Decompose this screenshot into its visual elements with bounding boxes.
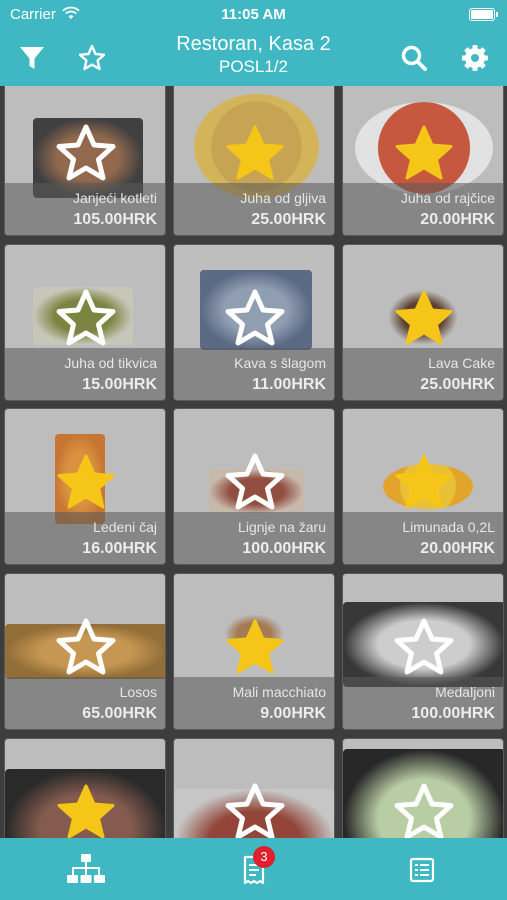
- gear-icon[interactable]: [459, 42, 491, 74]
- product-tile[interactable]: [4, 738, 166, 838]
- star-filled-icon[interactable]: [223, 122, 287, 186]
- product-tile[interactable]: [342, 738, 504, 838]
- nav-subtitle: POSL1/2: [219, 57, 288, 76]
- product-name: Medaljoni: [435, 684, 495, 700]
- product-tile[interactable]: Kava s šlagom 11.00HRK: [173, 244, 335, 401]
- product-name: Mali macchiato: [232, 684, 326, 700]
- product-name: Lava Cake: [428, 355, 495, 371]
- star-filled-icon[interactable]: [392, 122, 456, 186]
- star-outline-icon[interactable]: [223, 287, 287, 351]
- product-price: 11.00HRK: [252, 376, 326, 393]
- product-price: 25.00HRK: [251, 211, 326, 228]
- status-bar: Carrier 11:05 AM: [0, 0, 507, 30]
- hierarchy-icon[interactable]: [66, 852, 106, 888]
- star-filled-icon[interactable]: [392, 451, 456, 515]
- product-price: 20.00HRK: [420, 211, 495, 228]
- star-filled-icon[interactable]: [223, 616, 287, 680]
- product-name: Limunada 0,2L: [402, 519, 495, 535]
- product-name: Losos: [119, 684, 157, 700]
- star-outline-icon[interactable]: [54, 287, 118, 351]
- star-outline-icon[interactable]: [54, 616, 118, 680]
- star-filled-icon[interactable]: [54, 451, 118, 515]
- product-tile[interactable]: Mali macchiato 9.00HRK: [173, 573, 335, 730]
- product-price: 105.00HRK: [73, 211, 157, 228]
- product-name: Juha od rajčice: [400, 190, 495, 206]
- favorites-star-icon[interactable]: [76, 42, 108, 74]
- tab-bar: [0, 838, 507, 900]
- product-name: Lignje na žaru: [238, 519, 326, 535]
- product-tile[interactable]: Lava Cake 25.00HRK: [342, 244, 504, 401]
- product-grid: Janjeći kotleti 105.00HRK Juha od gljiva 25…: [0, 86, 507, 838]
- clock: 11:05 AM: [221, 6, 286, 23]
- navigation-bar: Restoran, Kasa 2 POSL1/2: [0, 30, 507, 86]
- star-outline-icon[interactable]: [392, 781, 456, 838]
- star-outline-icon[interactable]: [223, 781, 287, 838]
- product-tile[interactable]: Limunada 0,2L 20.00HRK: [342, 408, 504, 565]
- star-outline-icon[interactable]: [54, 122, 118, 186]
- product-tile[interactable]: Janjeći kotleti 105.00HRK: [4, 86, 166, 236]
- product-tile[interactable]: Ledeni čaj 16.00HRK: [4, 408, 166, 565]
- list-icon[interactable]: [402, 852, 442, 888]
- product-price: 100.00HRK: [411, 705, 495, 722]
- product-tile[interactable]: Juha od tikvica 15.00HRK: [4, 244, 166, 401]
- product-name: Juha od tikvica: [64, 355, 157, 371]
- product-tile[interactable]: Medaljoni 100.00HRK: [342, 573, 504, 730]
- product-price: 15.00HRK: [82, 376, 157, 393]
- star-outline-icon[interactable]: [223, 451, 287, 515]
- product-tile[interactable]: [173, 738, 335, 838]
- product-price: 16.00HRK: [82, 540, 157, 557]
- product-tile[interactable]: Losos 65.00HRK: [4, 573, 166, 730]
- product-price: 20.00HRK: [420, 540, 495, 557]
- receipt-badge: 3: [253, 846, 275, 868]
- battery-icon: [469, 8, 498, 21]
- nav-title: Restoran, Kasa 2: [176, 33, 331, 55]
- product-price: 100.00HRK: [242, 540, 326, 557]
- product-tile[interactable]: Lignje na žaru 100.00HRK: [173, 408, 335, 565]
- product-tile[interactable]: Juha od rajčice 20.00HRK: [342, 86, 504, 236]
- star-filled-icon[interactable]: [54, 781, 118, 838]
- product-name: Janjeći kotleti: [72, 190, 157, 206]
- star-outline-icon[interactable]: [392, 616, 456, 680]
- product-price: 65.00HRK: [82, 705, 157, 722]
- filter-icon[interactable]: [16, 42, 48, 74]
- product-tile[interactable]: Juha od gljiva 25.00HRK: [173, 86, 335, 236]
- product-name: Juha od gljiva: [240, 190, 326, 206]
- page-title: Restoran, Kasa 2 POSL1/2: [120, 32, 387, 78]
- star-filled-icon[interactable]: [392, 287, 456, 351]
- search-icon[interactable]: [398, 42, 430, 74]
- product-price: 9.00HRK: [260, 705, 326, 722]
- product-name: Ledeni čaj: [93, 519, 157, 535]
- product-price: 25.00HRK: [420, 376, 495, 393]
- product-name: Kava s šlagom: [234, 355, 326, 371]
